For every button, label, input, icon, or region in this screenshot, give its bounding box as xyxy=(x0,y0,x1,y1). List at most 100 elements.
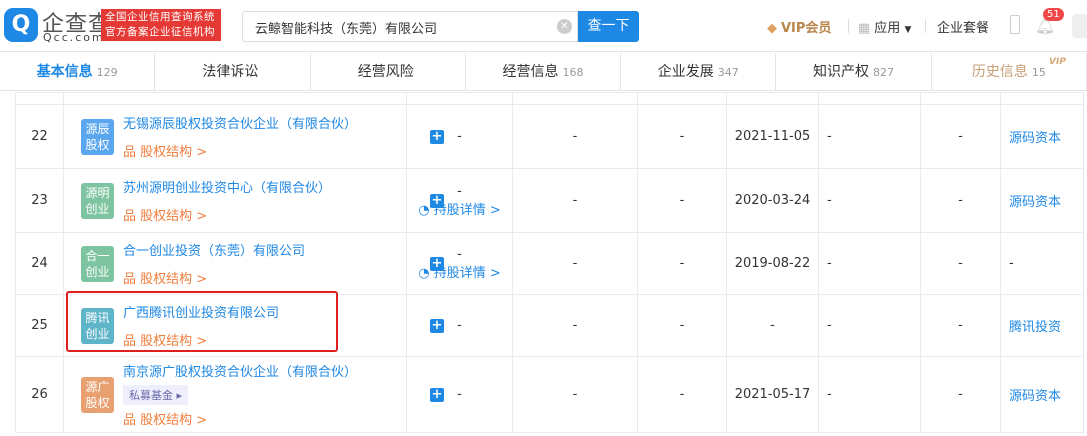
cell-col5: - xyxy=(637,294,727,357)
row-number: 24 xyxy=(15,232,64,295)
equity-structure-link[interactable]: 品 股权结构 > xyxy=(123,141,207,160)
top-bar: Q 企查查 Qcc.com 全国企业信用查询系统 官方备案企业征信机构 云鲸智能科… xyxy=(0,0,1087,52)
caret-down-icon: ▼ xyxy=(904,25,912,35)
investor-link[interactable]: 源码资本 xyxy=(1000,104,1084,169)
org-chart-icon: 品 xyxy=(123,413,141,428)
apps-menu[interactable]: ▦ 应用 ▼ xyxy=(858,17,911,36)
row-number: 22 xyxy=(15,104,64,169)
cell-col8: - xyxy=(920,232,1001,295)
cell-date: 2019-08-22 xyxy=(726,232,819,295)
equity-structure-link[interactable]: 品 股权结构 > xyxy=(123,205,207,224)
apps-label: 应用 xyxy=(874,21,901,36)
company-name-link[interactable]: 无锡源辰股权投资合伙企业（有限合伙） xyxy=(123,113,357,132)
holding-details-link[interactable]: ◔ 持股详情 > xyxy=(407,199,512,218)
equity-label: 股权结构 > xyxy=(140,272,208,287)
cell-col4: - xyxy=(512,294,638,357)
cell-col7: - xyxy=(818,104,921,169)
cell-col7: - xyxy=(818,294,921,357)
investor-link[interactable]: 源码资本 xyxy=(1000,168,1084,233)
cell-col5: - xyxy=(637,232,727,295)
tab-label: 企业发展 xyxy=(657,64,714,80)
vip-tag: VIP xyxy=(1049,57,1066,67)
equity-label: 股权结构 > xyxy=(140,145,208,160)
expand-plus-icon[interactable]: + xyxy=(430,388,444,402)
expand-plus-icon[interactable]: + xyxy=(430,319,444,333)
tab-count: 168 xyxy=(562,66,584,79)
tab-5[interactable]: 知识产权 827 xyxy=(776,53,932,90)
holding-details-link[interactable]: ◔ 持股详情 > xyxy=(407,262,512,281)
company-cell: 源辰股权 无锡源辰股权投资合伙企业（有限合伙） 品 股权结构 > + xyxy=(63,104,444,169)
cell-col5: - xyxy=(637,104,727,169)
tab-count: 827 xyxy=(873,66,895,79)
value: - xyxy=(457,246,462,262)
table-row: 24 合一创业 合一创业投资（东莞）有限公司 品 股权结构 > + - ◔ 持股详… xyxy=(15,232,1084,295)
search-button[interactable]: 查一下 xyxy=(578,11,639,42)
company-cell: 源广股权 南京源广股权投资合伙企业（有限合伙） 私募基金 ▸ 品 股权结构 > … xyxy=(63,356,444,433)
grid-icon: ▦ xyxy=(858,21,871,36)
tab-3[interactable]: 经营信息 168 xyxy=(466,53,622,90)
cell-date: 2021-11-05 xyxy=(726,104,819,169)
investor-link[interactable]: 源码资本 xyxy=(1000,356,1084,433)
tab-label: 法律诉讼 xyxy=(202,64,259,80)
cell-shareholding: - ◔ 持股详情 > xyxy=(406,232,513,295)
tab-6[interactable]: 历史信息 15 VIP xyxy=(932,53,1087,90)
tab-count: 15 xyxy=(1031,66,1046,79)
company-logo: 源广股权 xyxy=(81,377,114,413)
cell-col7: - xyxy=(818,356,921,433)
company-cell: 合一创业 合一创业投资（东莞）有限公司 品 股权结构 > + xyxy=(63,232,444,295)
cell-col4: - xyxy=(512,232,638,295)
company-name-link[interactable]: 苏州源明创业投资中心（有限合伙） xyxy=(123,177,331,196)
row-number: 25 xyxy=(15,294,64,357)
value: - xyxy=(457,387,462,402)
qcc-logo-icon[interactable]: Q xyxy=(4,8,38,42)
search-input[interactable]: 云鲸智能科技（东莞）有限公司 xyxy=(242,11,578,42)
cell-shareholding: - xyxy=(406,104,513,169)
company-name-link[interactable]: 南京源广股权投资合伙企业（有限合伙） xyxy=(123,361,357,380)
clear-icon[interactable]: ✕ xyxy=(557,19,572,34)
company-cell: 源明创业 苏州源明创业投资中心（有限合伙） 品 股权结构 > + xyxy=(63,168,444,233)
table-row: 22 源辰股权 无锡源辰股权投资合伙企业（有限合伙） 品 股权结构 > + - … xyxy=(15,104,1084,169)
tab-label: 历史信息 xyxy=(971,64,1028,80)
vip-link[interactable]: ◆ VIP会员 xyxy=(767,17,831,36)
mobile-icon[interactable] xyxy=(1010,15,1020,34)
expand-plus-icon[interactable]: + xyxy=(430,257,444,271)
investor-link[interactable]: 腾讯投资 xyxy=(1000,294,1084,357)
notification-badge: 51 xyxy=(1043,8,1064,21)
investment-table: 22 源辰股权 无锡源辰股权投资合伙企业（有限合伙） 品 股权结构 > + - … xyxy=(15,92,1084,433)
equity-structure-link[interactable]: 品 股权结构 > xyxy=(123,409,207,428)
tab-4[interactable]: 企业发展 347 xyxy=(621,53,777,90)
section-tabs: 基本信息 129 法律诉讼 经营风险 经营信息 168 企业发展 347 知识产权 827 历史信息… xyxy=(0,53,1087,91)
row-number: 23 xyxy=(15,168,64,233)
cell-col4: - xyxy=(512,168,638,233)
company-name-link[interactable]: 合一创业投资（东莞）有限公司 xyxy=(123,240,305,259)
value: - xyxy=(457,318,462,333)
tab-1[interactable]: 法律诉讼 xyxy=(155,53,311,90)
tab-label: 知识产权 xyxy=(813,64,870,80)
cell-date: 2020-03-24 xyxy=(726,168,819,233)
private-fund-badge[interactable]: 私募基金 ▸ xyxy=(123,385,189,405)
table-row: 23 源明创业 苏州源明创业投资中心（有限合伙） 品 股权结构 > + - ◔ 持… xyxy=(15,168,1084,233)
cell-date: 2021-05-17 xyxy=(726,356,819,433)
tab-count: 347 xyxy=(717,66,739,79)
tab-label: 经营风险 xyxy=(357,64,414,80)
cell-date: - xyxy=(726,294,819,357)
expand-plus-icon[interactable]: + xyxy=(430,194,444,208)
equity-structure-link[interactable]: 品 股权结构 > xyxy=(123,268,207,287)
expand-plus-icon[interactable]: + xyxy=(430,130,444,144)
avatar[interactable] xyxy=(1072,14,1087,38)
enterprise-package-link[interactable]: 企业套餐 xyxy=(937,17,989,36)
row-number: 26 xyxy=(15,356,64,433)
vip-label: VIP会员 xyxy=(781,21,832,36)
cell-col8: - xyxy=(920,356,1001,433)
cell-shareholding: - xyxy=(406,294,513,357)
tab-0[interactable]: 基本信息 129 xyxy=(0,53,156,90)
org-chart-icon: 品 xyxy=(123,145,141,160)
tab-2[interactable]: 经营风险 xyxy=(311,53,466,90)
vip-diamond-icon: ◆ xyxy=(767,21,777,36)
cell-col8: - xyxy=(920,168,1001,233)
tab-count: 129 xyxy=(96,66,118,79)
value: - xyxy=(457,183,462,199)
value: - xyxy=(457,129,462,144)
org-chart-icon: 品 xyxy=(123,272,141,287)
cell-shareholding: - ◔ 持股详情 > xyxy=(406,168,513,233)
